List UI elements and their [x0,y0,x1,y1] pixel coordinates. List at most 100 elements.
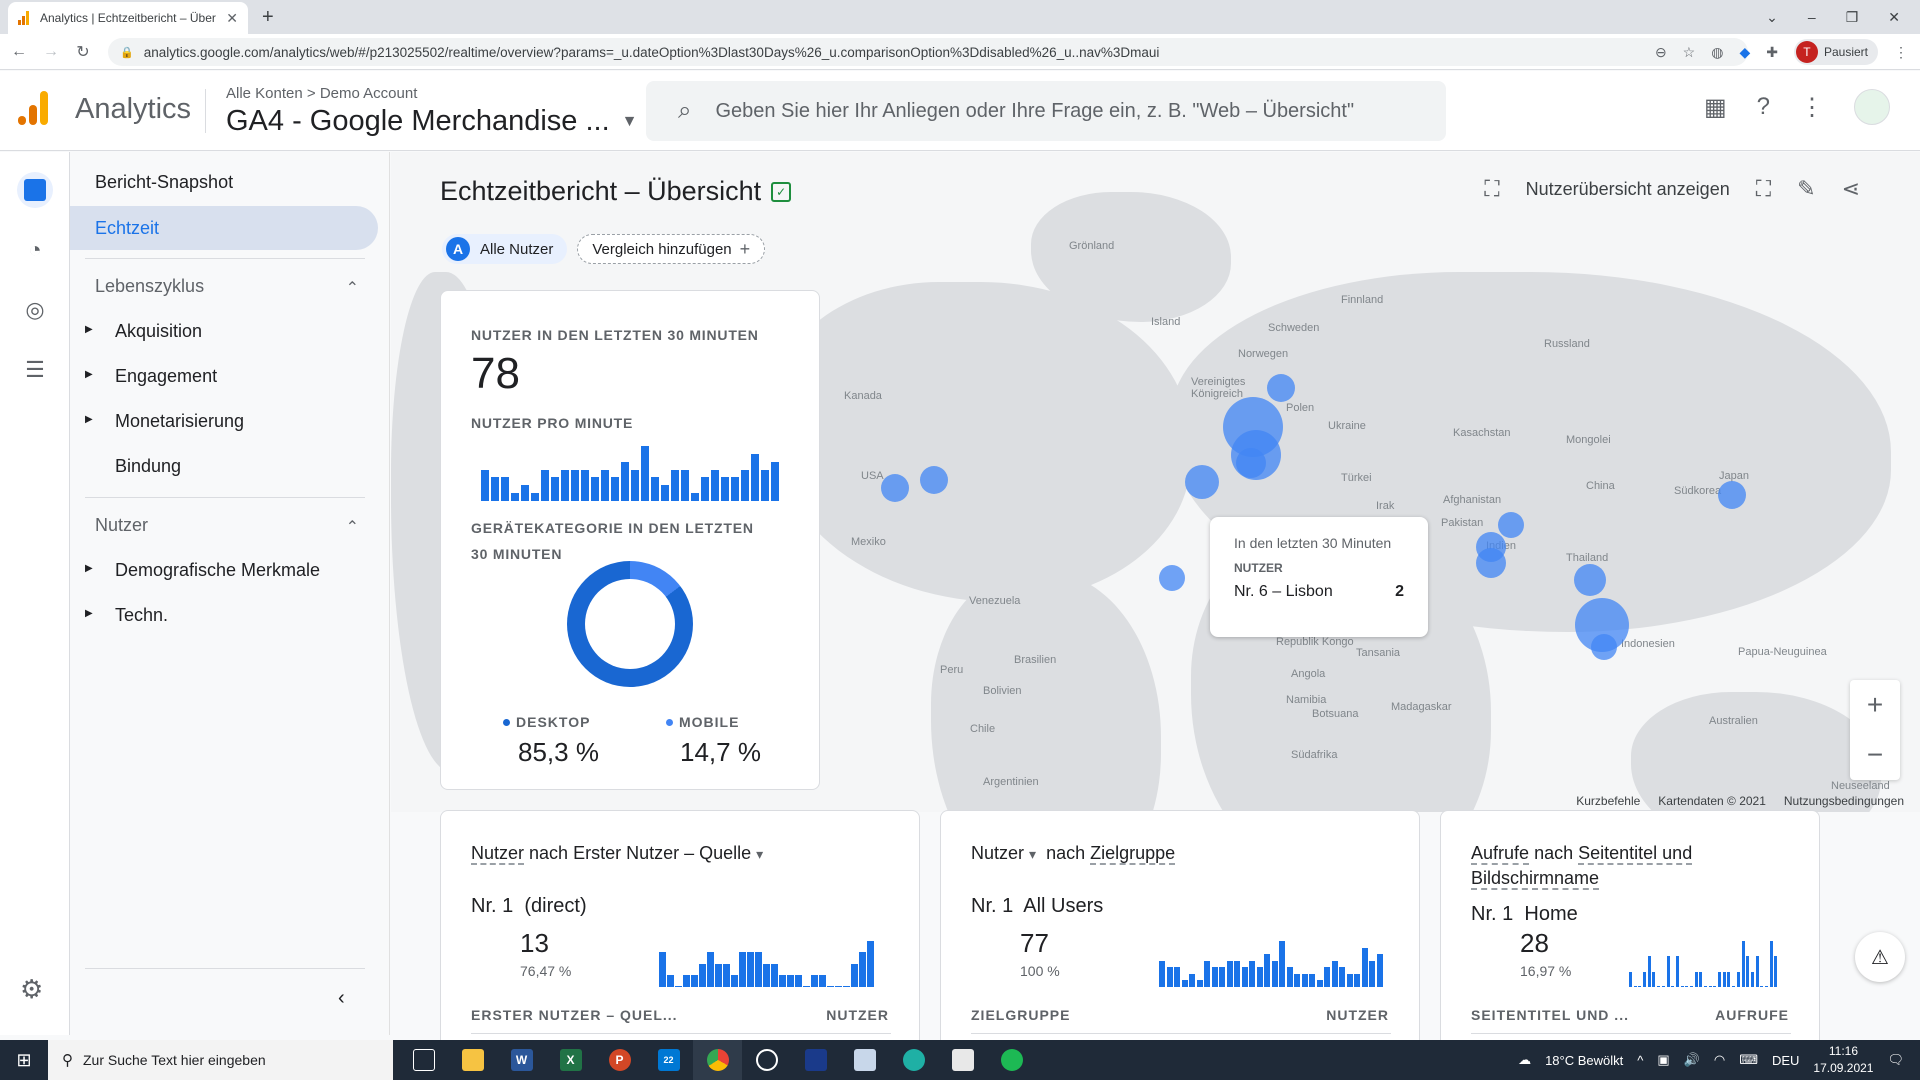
chevron-up-icon[interactable]: ⌃ [346,517,359,537]
close-window-icon[interactable]: ✕ [1888,9,1900,26]
zoom-icon[interactable]: ⊖ [1655,44,1667,61]
map-bubble-usa-east[interactable] [920,466,948,494]
nav-item-tech[interactable]: ▶ Techn. [85,605,168,626]
users-per-minute-chart[interactable] [481,446,781,501]
keyboard-icon[interactable]: ⌨ [1739,1052,1758,1068]
explore-icon[interactable]: ◔ [17,232,53,268]
browser-menu-icon[interactable]: ⋮ [1894,44,1908,61]
taskbar-search-input[interactable]: ⚲ Zur Suche Text hier eingeben [48,1040,393,1080]
column-header-metric[interactable]: AUFRUFE [1715,1007,1789,1023]
configure-list-icon[interactable]: ☰ [17,352,53,388]
nav-section-lifecycle[interactable]: Lebenszyklus [95,276,204,297]
notepad-icon[interactable] [938,1040,987,1080]
map-bubble-canary[interactable] [1159,565,1185,591]
tab-search-icon[interactable]: ⌄ [1766,9,1778,26]
clock[interactable]: 11:16 17.09.2021 [1813,1043,1873,1077]
map-bubble-italy[interactable] [1236,448,1266,478]
card-title[interactable]: Nutzer ▾ nach Zielgruppe [971,841,1176,867]
card-title[interactable]: Nutzer nach Erster Nutzer – Quelle ▾ [471,841,763,867]
minimize-icon[interactable]: – [1808,9,1816,25]
column-header-dimension[interactable]: ZIELGRUPPE [971,1007,1070,1023]
nav-item-monetization[interactable]: ▶ Monetarisierung [85,411,244,432]
zoom-in-icon[interactable]: + [1867,689,1883,721]
mail-icon[interactable]: 22 [644,1040,693,1080]
weather-cloud-icon[interactable]: ☁ [1518,1052,1531,1068]
profile-button[interactable]: T Pausiert [1793,39,1878,65]
weather-text[interactable]: 18°C Bewölkt [1545,1053,1623,1068]
chevron-down-icon[interactable]: ▾ [1029,846,1036,862]
forward-icon[interactable]: → [38,43,64,61]
map-bubble-japan[interactable] [1718,481,1746,509]
device-donut-chart[interactable] [567,561,693,687]
address-bar[interactable]: 🔒 analytics.google.com/analytics/web/#/p… [108,38,1748,66]
segment-chip-all-users[interactable]: A Alle Nutzer [442,234,568,264]
property-selector[interactable]: GA4 - Google Merchandise ... ▼ [226,105,637,138]
app-icon[interactable] [791,1040,840,1080]
restore-icon[interactable]: ❐ [1846,9,1859,26]
collapse-nav-icon[interactable]: ‹ [338,987,345,1010]
map-bubble-indonesia[interactable] [1591,634,1617,660]
obs-icon[interactable] [742,1040,791,1080]
extension-tag-icon[interactable]: ◆ [1739,44,1750,61]
fullscreen-icon[interactable]: ⛶ [1756,176,1771,202]
chevron-up-icon[interactable]: ⌃ [346,278,359,298]
column-header-metric[interactable]: NUTZER [826,1007,889,1023]
volume-icon[interactable]: 🔊 [1684,1052,1700,1068]
task-view-icon[interactable] [399,1040,448,1080]
language-indicator[interactable]: DEU [1772,1053,1799,1068]
extensions-puzzle-icon[interactable]: ✚ [1766,44,1778,61]
chrome-icon[interactable] [693,1040,742,1080]
map-bubble-lisbon[interactable] [1185,465,1219,499]
user-snapshot-icon[interactable]: ⛶ [1484,176,1499,202]
terms-link[interactable]: Nutzungsbedingungen [1784,794,1904,808]
help-icon[interactable]: ? [1757,93,1770,121]
customize-report-icon[interactable]: ✎ [1797,176,1815,202]
card-sparkline[interactable] [659,941,883,987]
camera-icon[interactable]: ▣ [1657,1052,1669,1068]
excel-icon[interactable]: X [546,1040,595,1080]
apps-grid-icon[interactable]: ▦ [1704,93,1727,122]
feedback-icon[interactable]: ⚠ [1855,932,1905,982]
close-tab-icon[interactable]: ✕ [226,10,238,27]
wifi-icon[interactable]: ◠ [1714,1052,1725,1068]
spotify-icon[interactable] [987,1040,1036,1080]
column-header-dimension[interactable]: SEITENTITEL UND ... [1471,1007,1629,1023]
column-header-metric[interactable]: NUTZER [1326,1007,1389,1023]
back-icon[interactable]: ← [6,43,32,61]
card-sparkline[interactable] [1159,941,1383,987]
map-bubble-thailand[interactable] [1574,564,1606,596]
map-bubble-usa-west[interactable] [881,474,909,502]
keyboard-shortcuts-link[interactable]: Kurzbefehle [1576,794,1640,808]
bookmark-star-icon[interactable]: ☆ [1683,44,1696,61]
file-explorer-icon[interactable] [448,1040,497,1080]
nav-item-acquisition[interactable]: ▶ Akquisition [85,321,202,342]
nav-item-realtime[interactable]: Echtzeit [70,206,378,250]
more-vert-icon[interactable]: ⋮ [1800,93,1824,122]
nav-section-users[interactable]: Nutzer [95,515,148,536]
new-tab-button[interactable]: + [262,6,274,29]
app-editor-icon[interactable] [840,1040,889,1080]
nav-item-retention[interactable]: Bindung [115,456,181,477]
map-bubble-scandinavia[interactable] [1267,374,1295,402]
share-icon[interactable]: ⋖ [1842,176,1860,202]
zoom-out-icon[interactable]: − [1867,739,1883,771]
extension-icon[interactable]: ◍ [1711,44,1723,61]
account-avatar[interactable] [1854,89,1890,125]
chevron-down-icon[interactable]: ▾ [756,846,763,862]
search-input[interactable]: ⌕ Geben Sie hier Ihr Anliegen oder Ihre … [646,81,1446,141]
advertising-icon[interactable]: ◎ [17,292,53,328]
nav-item-report-snapshot[interactable]: Bericht-Snapshot [95,172,233,193]
notifications-icon[interactable]: 🗨 [1887,1052,1904,1068]
user-snapshot-button[interactable]: Nutzerübersicht anzeigen [1526,179,1730,200]
nav-item-engagement[interactable]: ▶ Engagement [85,366,217,387]
gear-icon[interactable]: ⚙ [20,974,43,1005]
breadcrumb[interactable]: Alle Konten > Demo Account [226,85,417,102]
browser-tab-active[interactable]: Analytics | Echtzeitbericht – Über ✕ [8,2,248,34]
add-comparison-button[interactable]: Vergleich hinzufügen + [577,234,766,264]
card-sparkline[interactable] [1629,941,1779,987]
word-icon[interactable]: W [497,1040,546,1080]
windows-start-icon[interactable]: ⊞ [0,1050,48,1071]
reports-icon[interactable] [17,172,53,208]
map-bubble-india[interactable] [1476,548,1506,578]
map-bubble-pakistan[interactable] [1498,512,1524,538]
